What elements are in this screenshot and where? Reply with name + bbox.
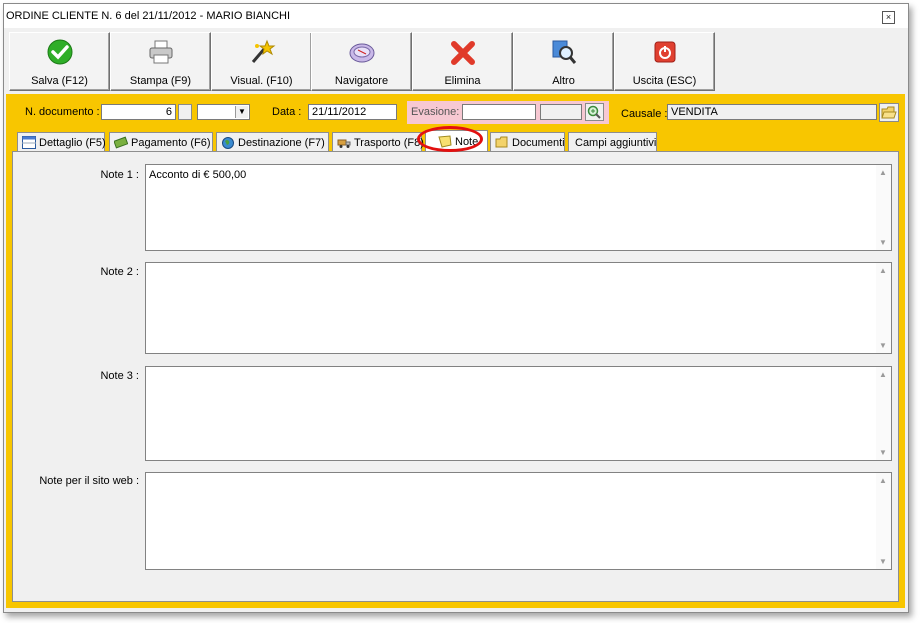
magic-wand-icon [251, 39, 276, 63]
causale-browse-button[interactable] [879, 103, 899, 122]
folder-icon [495, 136, 508, 148]
globe-icon [222, 137, 234, 149]
notes-tab-content: Note 1 : Acconto di € 500,00 ▲ ▼ Note 2 … [12, 151, 899, 602]
scroll-up-icon[interactable]: ▲ [879, 476, 887, 485]
print-label: Stampa (F9) [129, 75, 192, 87]
doc-number-spin-button[interactable] [178, 104, 192, 120]
scroll-down-icon[interactable]: ▼ [879, 557, 887, 566]
more-label: Altro [552, 75, 575, 87]
note2-label: Note 2 : [100, 266, 139, 278]
tab-label: Destinazione (F7) [238, 137, 325, 149]
delete-x-icon [451, 41, 475, 65]
view-label: Visual. (F10) [230, 75, 293, 87]
note-tab-highlight-circle [417, 126, 483, 152]
table-icon [22, 136, 36, 149]
save-label: Salva (F12) [31, 75, 88, 87]
note3-label: Note 3 : [100, 370, 139, 382]
tab-label: Campi aggiuntivi [575, 137, 657, 149]
truck-icon [337, 139, 351, 148]
scrollbar[interactable]: ▲ ▼ [876, 367, 891, 460]
web-notes-textarea[interactable]: ▲ ▼ [145, 472, 892, 570]
tab-pagamento[interactable]: Pagamento (F6) [109, 132, 213, 151]
toolbar: Salva (F12) Stampa (F9) Visual. (F10) Na… [4, 28, 908, 94]
scroll-down-icon[interactable]: ▼ [879, 238, 887, 247]
folder-icon [881, 106, 897, 119]
note3-textarea[interactable]: ▲ ▼ [145, 366, 892, 461]
web-notes-label: Note per il sito web : [39, 475, 139, 487]
exit-button[interactable]: Uscita (ESC) [614, 32, 715, 91]
date-input[interactable]: 21/11/2012 [308, 104, 397, 120]
delete-label: Elimina [444, 75, 481, 87]
scroll-up-icon[interactable]: ▲ [879, 168, 887, 177]
print-button[interactable]: Stampa (F9) [110, 32, 211, 91]
date-label: Data : [272, 106, 302, 118]
window-title: ORDINE CLIENTE N. 6 del 21/11/2012 - MAR… [6, 10, 291, 22]
navigator-button[interactable]: Navigatore [311, 32, 412, 91]
doc-number-label: N. documento : [25, 106, 100, 118]
chevron-down-icon[interactable]: ▼ [235, 106, 248, 118]
evasione-group: Evasione: [407, 101, 609, 124]
zoom-icon [587, 105, 601, 119]
tab-destinazione[interactable]: Destinazione (F7) [216, 132, 329, 151]
causale-label: Causale : [621, 108, 668, 120]
printer-icon [149, 40, 173, 64]
scrollbar[interactable]: ▲ ▼ [876, 263, 891, 353]
money-icon [114, 136, 128, 149]
order-panel: N. documento : 6 ▼ Data : 21/11/2012 Eva… [6, 94, 905, 608]
tab-label: Pagamento (F6) [131, 137, 211, 149]
evasione-label: Evasione: [411, 106, 460, 118]
save-button[interactable]: Salva (F12) [9, 32, 110, 91]
evasione-input[interactable] [462, 104, 536, 120]
scroll-up-icon[interactable]: ▲ [879, 370, 887, 379]
tab-campi-aggiuntivi[interactable]: Campi aggiuntivi [568, 132, 657, 151]
check-icon [47, 39, 73, 65]
tab-label: Documenti [512, 137, 565, 149]
compass-icon [349, 43, 375, 63]
tab-label: Dettaglio (F5) [39, 137, 106, 149]
note1-label: Note 1 : [100, 169, 139, 181]
evasione-extra-field [540, 104, 582, 120]
scroll-down-icon[interactable]: ▼ [879, 448, 887, 457]
close-icon[interactable]: × [882, 11, 895, 24]
more-button[interactable]: Altro [513, 32, 614, 91]
scrollbar[interactable]: ▲ ▼ [876, 165, 891, 250]
doc-number-input[interactable]: 6 [101, 104, 176, 120]
navigator-label: Navigatore [334, 75, 389, 87]
order-window: ORDINE CLIENTE N. 6 del 21/11/2012 - MAR… [3, 3, 909, 613]
delete-button[interactable]: Elimina [412, 32, 513, 91]
scroll-up-icon[interactable]: ▲ [879, 266, 887, 275]
title-bar: ORDINE CLIENTE N. 6 del 21/11/2012 - MAR… [4, 4, 908, 28]
tab-dettaglio[interactable]: Dettaglio (F5) [17, 132, 106, 151]
exit-label: Uscita (ESC) [632, 75, 697, 87]
tab-label: Trasporto (F8) [354, 137, 424, 149]
tab-trasporto[interactable]: Trasporto (F8) [332, 132, 424, 151]
scroll-down-icon[interactable]: ▼ [879, 341, 887, 350]
note2-textarea[interactable]: ▲ ▼ [145, 262, 892, 354]
magnifier-icon [552, 40, 577, 64]
view-button[interactable]: Visual. (F10) [211, 32, 312, 91]
note1-textarea[interactable]: Acconto di € 500,00 ▲ ▼ [145, 164, 892, 251]
tab-documenti[interactable]: Documenti [490, 132, 565, 151]
evasione-search-button[interactable] [585, 103, 604, 121]
power-icon [654, 41, 676, 63]
scrollbar[interactable]: ▲ ▼ [876, 473, 891, 569]
causale-input[interactable]: VENDITA [667, 104, 877, 120]
series-select[interactable]: ▼ [197, 104, 250, 120]
note1-text: Acconto di € 500,00 [149, 169, 247, 181]
